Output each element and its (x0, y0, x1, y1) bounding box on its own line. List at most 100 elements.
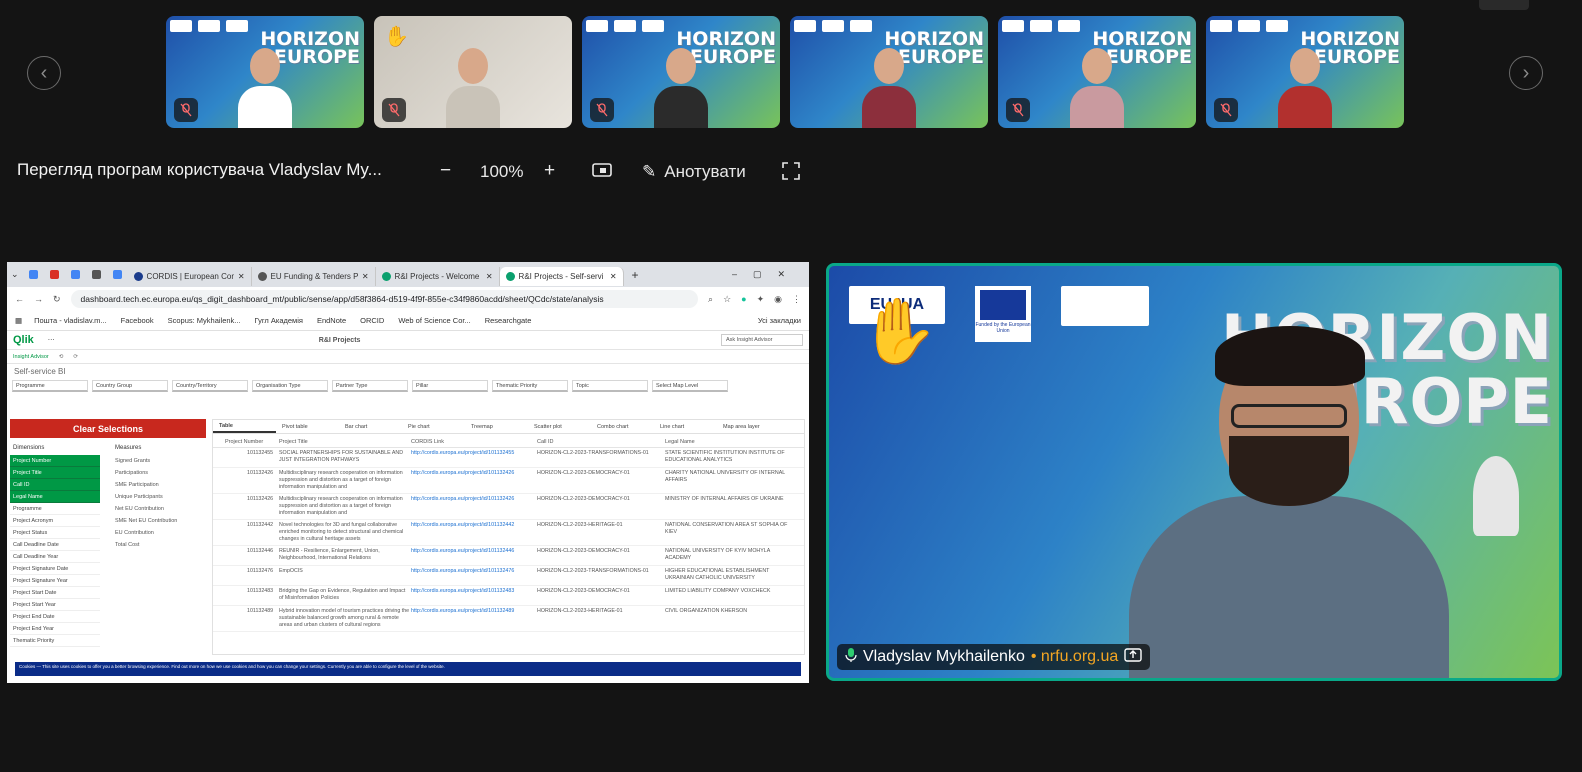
tab-menu-icon[interactable]: ⌄ (11, 269, 19, 280)
dimension-item[interactable]: Project Status (10, 527, 100, 539)
url-field[interactable]: dashboard.tech.ec.europa.eu/qs_digit_das… (70, 290, 699, 308)
dimension-item[interactable]: Call Deadline Date (10, 539, 100, 551)
participant-tile[interactable]: HORIZON EUROPE (582, 16, 780, 128)
dimension-item[interactable]: Project Title (10, 467, 100, 479)
table-row[interactable]: 101132483 Bridging the Gap on Evidence, R… (213, 586, 804, 606)
bookmark-item[interactable]: Researchgate (485, 316, 532, 325)
insight-search[interactable]: Ask Insight Advisor (721, 334, 803, 346)
dimension-item[interactable]: Project End Year (10, 623, 100, 635)
viz-tab[interactable]: Treemap (465, 420, 528, 433)
bookmark-item[interactable]: Web of Science Cor... (398, 316, 470, 325)
menu-icon[interactable]: ⋮ (792, 294, 801, 305)
pop-out-icon[interactable] (592, 162, 612, 186)
new-tab-button[interactable]: + (632, 268, 639, 282)
gallery-prev-button[interactable]: ‹ (27, 56, 61, 90)
cookie-banner[interactable]: Cookies — This site uses cookies to offe… (15, 662, 801, 676)
docs-icon-2[interactable] (70, 270, 80, 279)
filter-dropdown[interactable]: Organisation Type (252, 380, 328, 392)
forward-icon[interactable]: → (34, 294, 43, 304)
filter-dropdown[interactable]: Country Group (92, 380, 168, 392)
docs-icon-3[interactable] (112, 270, 122, 279)
back-icon[interactable]: ← (15, 294, 24, 304)
table-cell[interactable]: http://cordis.europa.eu/project/id/10113… (411, 522, 537, 543)
viz-tab[interactable]: Map area layer (717, 420, 780, 433)
bookmark-item[interactable]: Facebook (121, 316, 154, 325)
table-cell[interactable]: http://cordis.europa.eu/project/id/10113… (411, 450, 537, 465)
annotate-button[interactable]: ✎ Анотувати (642, 162, 746, 182)
bookmark-item[interactable]: Гугл Академія (255, 316, 303, 325)
measure-item[interactable]: SME Participation (112, 479, 206, 491)
browser-tab[interactable]: R&I Projects - Welcome ✕ (376, 267, 500, 286)
viz-tab[interactable]: Pivot table (276, 420, 339, 433)
table-row[interactable]: 101132455 SOCIAL PARTNERSHIPS FOR SUSTAIN… (213, 448, 804, 468)
speaker-video[interactable]: EU4UA Funded by the European Union HORIZ… (826, 263, 1562, 681)
table-row[interactable]: 101132426 Multidisciplinary research coop… (213, 468, 804, 494)
dimension-item[interactable]: Project Start Year (10, 599, 100, 611)
viz-tab[interactable]: Combo chart (591, 420, 654, 433)
filter-dropdown[interactable]: Topic (572, 380, 648, 392)
participant-tile[interactable]: HORIZON EUROPE (1206, 16, 1404, 128)
table-row[interactable]: 101132442 Novel technologies for 3D and f… (213, 520, 804, 546)
dimension-item[interactable]: Project End Date (10, 611, 100, 623)
table-cell[interactable]: http://cordis.europa.eu/project/id/10113… (411, 608, 537, 629)
fullscreen-icon[interactable] (782, 162, 800, 186)
tab-close-icon[interactable]: ✕ (486, 272, 493, 281)
dimension-item[interactable]: Project Acronym (10, 515, 100, 527)
gmail-icon[interactable] (49, 270, 59, 279)
profile-icon[interactable]: ◉ (774, 294, 782, 305)
filter-dropdown[interactable]: Thematic Priority (492, 380, 568, 392)
zoom-out-button[interactable]: − (440, 160, 451, 182)
table-row[interactable]: 101132476 EmpOCIS http://cordis.europa.eu/… (213, 566, 804, 586)
docs-icon[interactable] (28, 270, 38, 279)
apps-icon[interactable]: ▦ (15, 316, 22, 325)
measure-item[interactable]: SME Net EU Contribution (112, 515, 206, 527)
bookmark-item[interactable]: Пошта - vladislav.m... (34, 316, 107, 325)
selection-back-icon[interactable]: ⟲ (59, 354, 64, 360)
clear-selections-button[interactable]: Clear Selections (10, 419, 206, 438)
viz-tab[interactable]: Bar chart (339, 420, 402, 433)
filter-dropdown[interactable]: Country/Territory (172, 380, 248, 392)
browser-tab[interactable]: EU Funding & Tenders P ✕ (252, 267, 376, 286)
viz-tab[interactable]: Table (213, 420, 276, 433)
table-cell[interactable]: http://cordis.europa.eu/project/id/10113… (411, 470, 537, 491)
measure-item[interactable]: Net EU Contribution (112, 503, 206, 515)
star-icon[interactable]: ☆ (723, 294, 731, 305)
dimension-item[interactable]: Call Deadline Year (10, 551, 100, 563)
grammarly-icon[interactable]: ● (741, 294, 746, 304)
bookmark-item[interactable]: ORCID (360, 316, 384, 325)
measure-item[interactable]: Unique Participants (112, 491, 206, 503)
column-header[interactable]: Project Title (279, 436, 411, 447)
top-right-control[interactable] (1479, 0, 1529, 10)
dimension-item[interactable]: Project Number (10, 455, 100, 467)
dimension-item[interactable]: Thematic Priority (10, 635, 100, 647)
reload-icon[interactable]: ↻ (53, 294, 61, 305)
insight-advisor-button[interactable]: Insight Advisor (13, 354, 49, 360)
column-header[interactable]: CORDIS Link (411, 436, 537, 447)
measure-item[interactable]: Signed Grants (112, 455, 206, 467)
participant-tile[interactable]: HORIZON EUROPE (998, 16, 1196, 128)
viz-tab[interactable]: Pie chart (402, 420, 465, 433)
filter-dropdown[interactable]: Pillar (412, 380, 488, 392)
participant-tile[interactable]: ✋ (374, 16, 572, 128)
shared-screen[interactable]: ⌄ CORDIS | European Com ✕ EU Funding & Ten… (7, 262, 809, 683)
table-row[interactable]: 101132426 Multidisciplinary research coop… (213, 494, 804, 520)
browser-tab[interactable]: CORDIS | European Com ✕ (128, 267, 252, 286)
filter-dropdown[interactable]: Select Map Level (652, 380, 728, 392)
column-header[interactable]: Call ID (537, 436, 665, 447)
table-cell[interactable]: http://cordis.europa.eu/project/id/10113… (411, 496, 537, 517)
participant-tile[interactable]: HORIZON EUROPE (166, 16, 364, 128)
dimension-item[interactable]: Legal Name (10, 491, 100, 503)
measure-item[interactable]: Participations (112, 467, 206, 479)
scopus-icon[interactable] (91, 270, 101, 279)
app-title[interactable]: R&I Projects (319, 337, 361, 344)
browser-tab[interactable]: R&I Projects - Self-servi ✕ (499, 267, 624, 286)
table-cell[interactable]: http://cordis.europa.eu/project/id/10113… (411, 568, 537, 583)
table-row[interactable]: 101132446 REUNIR - Resilience, Enlargemen… (213, 546, 804, 566)
dimension-item[interactable]: Project Signature Year (10, 575, 100, 587)
qlik-menu-icon[interactable]: ⋯ (48, 336, 55, 344)
bookmark-item[interactable]: Scopus: Mykhailenk... (168, 316, 241, 325)
bookmark-item[interactable]: EndNote (317, 316, 346, 325)
filter-dropdown[interactable]: Partner Type (332, 380, 408, 392)
table-cell[interactable]: http://cordis.europa.eu/project/id/10113… (411, 548, 537, 563)
viz-tab[interactable]: Scatter plot (528, 420, 591, 433)
